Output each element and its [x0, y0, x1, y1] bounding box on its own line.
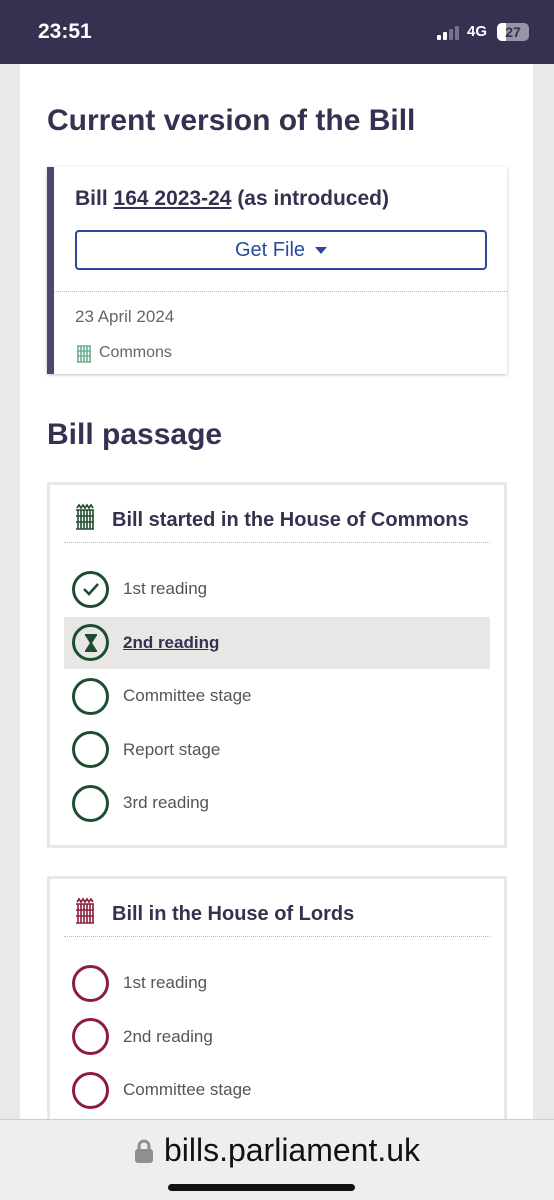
status-bar: 23:51 4G 27 [0, 0, 554, 64]
stage-label[interactable]: 2nd reading [123, 633, 219, 653]
version-date: 23 April 2024 [75, 307, 175, 326]
stage-label: 3rd reading [123, 793, 210, 812]
house-title: Bill in the House of Lords [112, 902, 355, 925]
house-header: Bill in the House of Lords [72, 897, 354, 931]
bill-suffix: (as introduced) [237, 187, 389, 210]
stage-item: Report stage [64, 724, 490, 776]
empty-circle-icon [72, 677, 109, 715]
battery-level: 27 [505, 24, 521, 40]
divider [54, 291, 507, 292]
stage-label: 2nd reading [123, 1026, 213, 1046]
hourglass-icon [72, 624, 109, 661]
get-file-label: Get File [234, 238, 306, 261]
bill-passage-heading: Bill passage [47, 418, 223, 451]
divider [64, 936, 490, 937]
portcullis-icon [72, 897, 98, 931]
clock: 23:51 [38, 20, 92, 43]
check-circle-icon [72, 570, 109, 608]
current-version-card: Bill 164 2023-24 (as introduced) Get Fil… [47, 167, 507, 374]
battery-icon: 27 [497, 23, 529, 41]
divider [64, 542, 490, 543]
home-indicator[interactable] [168, 1184, 355, 1191]
portcullis-icon [77, 345, 91, 363]
house-label: Commons [75, 343, 172, 363]
lock-icon [134, 1139, 153, 1163]
signal-icon [437, 26, 459, 40]
commons-stages: Bill started in the House of Commons 1st … [47, 482, 507, 848]
empty-circle-icon [72, 1018, 109, 1055]
empty-circle-icon [72, 1071, 109, 1109]
stage-label: 1st reading [123, 973, 208, 992]
stage-item: 1st reading [64, 957, 490, 1009]
network-type: 4G [467, 23, 488, 40]
url-text: bills.parliament.uk [163, 1132, 421, 1168]
stage-item: 2nd reading [64, 1011, 490, 1063]
empty-circle-icon [72, 964, 109, 1002]
stage-item: Committee stage [64, 670, 490, 722]
bill-title: Bill 164 2023-24 (as introduced) [75, 187, 389, 211]
house-title: Bill started in the House of Commons [112, 508, 469, 531]
current-version-heading: Current version of the Bill [47, 104, 416, 137]
page-content: Current version of the Bill Bill 164 202… [20, 64, 533, 1176]
get-file-button[interactable]: Get File [75, 230, 487, 270]
stage-label: 1st reading [123, 579, 208, 598]
caret-down-icon [315, 246, 328, 254]
empty-circle-icon [72, 784, 109, 822]
stage-item: 1st reading [64, 563, 490, 615]
bill-prefix: Bill [75, 187, 108, 210]
stage-item[interactable]: 2nd reading [64, 616, 490, 669]
address-bar[interactable]: bills.parliament.uk [0, 1119, 554, 1200]
empty-circle-icon [72, 731, 109, 768]
stage-item: 3rd reading [64, 777, 490, 829]
stage-label: Committee stage [123, 686, 252, 705]
house-name: Commons [99, 344, 172, 361]
stage-label: Report stage [123, 739, 221, 759]
house-header: Bill started in the House of Commons [72, 503, 469, 537]
portcullis-icon [72, 503, 98, 537]
stage-item: Committee stage [64, 1064, 490, 1116]
bill-number-link[interactable]: 164 2023-24 [114, 187, 232, 210]
stage-label: Committee stage [123, 1080, 252, 1099]
